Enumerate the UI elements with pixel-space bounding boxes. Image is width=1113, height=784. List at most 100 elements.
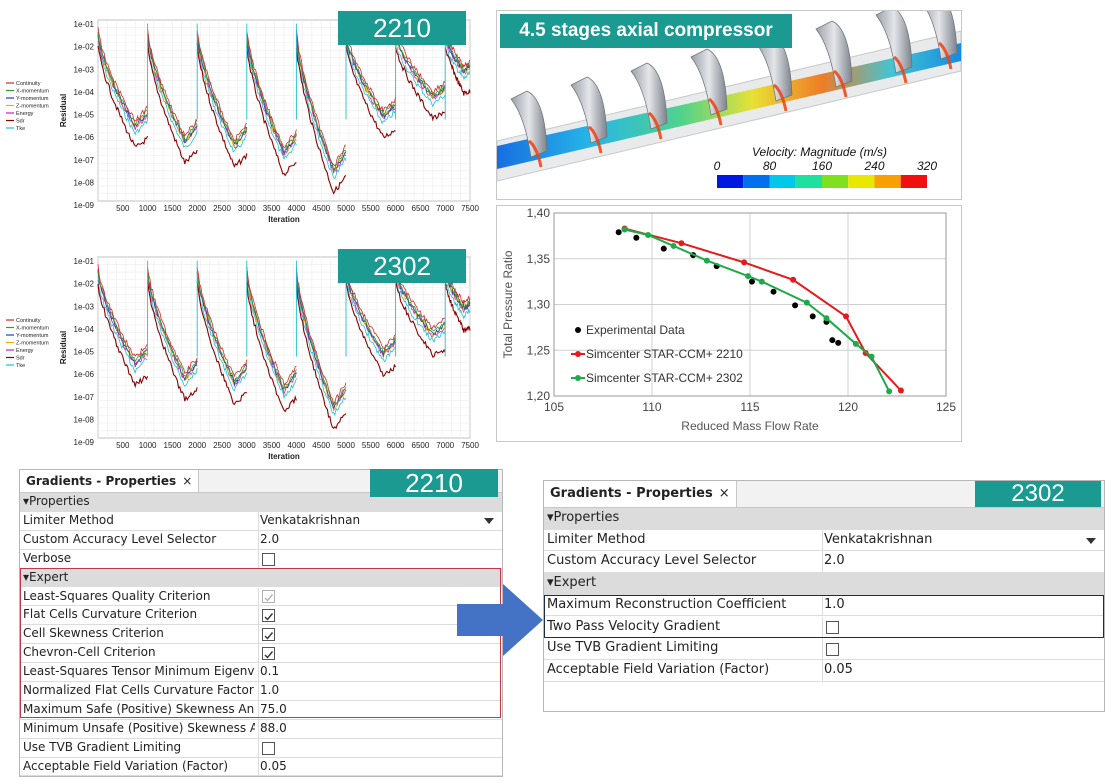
x-tick-label: 6000: [387, 204, 405, 213]
checkbox[interactable]: [262, 741, 275, 755]
property-value[interactable]: 0.05: [260, 758, 287, 776]
y-axis-label: Total Pressure Ratio: [501, 250, 515, 358]
colorbar-tick: 160: [812, 159, 832, 173]
data-point: [758, 278, 765, 285]
x-tick-label: 5500: [362, 204, 380, 213]
x-tick-label: 6500: [412, 441, 430, 450]
close-icon[interactable]: ×: [182, 474, 192, 488]
legend-label: Sdr: [16, 119, 25, 125]
data-point: [823, 315, 830, 322]
section-label: ▾Properties: [23, 494, 90, 508]
x-tick-label: 115: [740, 400, 759, 414]
x-tick-label: 4500: [312, 204, 330, 213]
column-divider: [258, 719, 259, 738]
y-axis-label: Residual: [59, 331, 68, 364]
version-badge-2302-panel: 2302: [975, 481, 1101, 507]
property-value[interactable]: 2.0: [824, 551, 845, 572]
y-axis-label: Residual: [59, 94, 68, 127]
colorbar-tick: 0: [714, 159, 721, 173]
colorbar-segment: [717, 175, 744, 188]
checkbox[interactable]: [826, 642, 839, 656]
y-tick-label: 1e-06: [74, 133, 95, 142]
velocity-colorbar: 0 80 160 240 320: [714, 159, 937, 188]
data-point: [886, 388, 893, 395]
column-divider: [258, 549, 259, 568]
data-point: [660, 245, 667, 252]
y-tick-label: 1,25: [527, 343, 551, 357]
property-label: Use TVB Gradient Limiting: [547, 640, 719, 656]
series-line-1: [624, 227, 902, 392]
column-divider: [822, 659, 823, 681]
data-point: [678, 240, 685, 247]
dropdown-arrow-icon[interactable]: [484, 518, 494, 525]
legend-label: Tke: [16, 363, 25, 369]
section-header[interactable]: ▾Expert: [544, 573, 1104, 595]
x-tick-label: 5000: [337, 441, 355, 450]
property-row: Custom Accuracy Level Selector 2.0: [544, 551, 1104, 574]
section-label: ▾Expert: [547, 575, 597, 591]
colorbar-segment: [848, 175, 875, 188]
colorbar-tick: 320: [917, 159, 937, 173]
property-value[interactable]: 2.0: [260, 531, 279, 549]
y-tick-label: 1,30: [527, 298, 551, 312]
legend-label: Y-momentum: [16, 96, 49, 102]
data-point: [770, 288, 777, 295]
x-tick-label: 3000: [238, 204, 256, 213]
property-value[interactable]: Venkatakrishnan: [260, 512, 360, 530]
property-value[interactable]: 0.05: [824, 660, 853, 681]
x-tick-label: 2500: [213, 204, 231, 213]
dropdown-arrow-icon[interactable]: [1086, 537, 1096, 544]
property-label: Use TVB Gradient Limiting: [23, 739, 182, 754]
checkbox[interactable]: [262, 552, 275, 566]
legend-label: Sdr: [16, 356, 25, 362]
legend-marker: [575, 351, 581, 357]
legend-label: Simcenter STAR-CCM+ 2210: [586, 347, 743, 361]
properties-tab[interactable]: Gradients - Properties ×: [544, 481, 737, 507]
x-tick-label: 1500: [164, 204, 182, 213]
column-divider: [822, 529, 823, 551]
y-tick-label: 1,40: [527, 206, 551, 220]
property-value[interactable]: 88.0: [260, 720, 287, 738]
y-tick-label: 1e-08: [74, 415, 95, 424]
column-divider: [822, 638, 823, 659]
data-point: [852, 340, 859, 347]
close-icon[interactable]: ×: [719, 486, 730, 501]
x-tick-label: 7000: [436, 204, 454, 213]
x-tick-label: 2000: [188, 204, 206, 213]
property-row: Acceptable Field Variation (Factor) 0.05: [20, 757, 502, 777]
properties-tab[interactable]: Gradients - Properties ×: [20, 470, 200, 492]
property-row: Minimum Unsafe (Positive) Skewness Angle…: [20, 719, 502, 739]
x-tick-label: 2000: [188, 441, 206, 450]
x-tick-label: 110: [642, 400, 661, 414]
x-tick-label: 1000: [139, 441, 157, 450]
colorbar-segment: [769, 175, 796, 188]
property-row: Custom Accuracy Level Selector 2.0: [20, 530, 502, 550]
x-axis-label: Reduced Mass Flow Rate: [681, 419, 819, 433]
version-badge-2302-top: 2302: [338, 249, 466, 283]
data-point: [645, 231, 652, 238]
legend-marker: [575, 327, 581, 333]
legend-label: Energy: [16, 111, 34, 117]
data-point: [670, 242, 677, 249]
x-axis-label: Iteration: [268, 215, 300, 224]
property-label: Verbose: [23, 550, 72, 565]
x-tick-label: 7500: [461, 204, 479, 213]
y-tick-label: 1,20: [527, 389, 551, 403]
x-tick-label: 2500: [213, 441, 231, 450]
x-tick-label: 1000: [139, 204, 157, 213]
legend-label: Energy: [16, 348, 34, 354]
data-point: [868, 353, 875, 360]
legend-label: X-momentum: [16, 326, 49, 332]
section-header[interactable]: ▾Properties: [544, 508, 1104, 530]
property-label: Acceptable Field Variation (Factor): [23, 758, 229, 773]
property-value[interactable]: Venkatakrishnan: [824, 530, 932, 551]
colorbar-segment: [822, 175, 849, 188]
x-tick-label: 6500: [412, 204, 430, 213]
x-tick-label: 3500: [263, 441, 281, 450]
property-label: Minimum Unsafe (Positive) Skewness Angle: [23, 720, 255, 735]
compressor-title: 4.5 stages axial compressor: [500, 14, 792, 48]
column-divider: [258, 530, 259, 549]
x-axis-label: Iteration: [268, 452, 300, 461]
y-tick-label: 1e-05: [74, 111, 95, 120]
expert-highlight-2210: [20, 568, 501, 718]
